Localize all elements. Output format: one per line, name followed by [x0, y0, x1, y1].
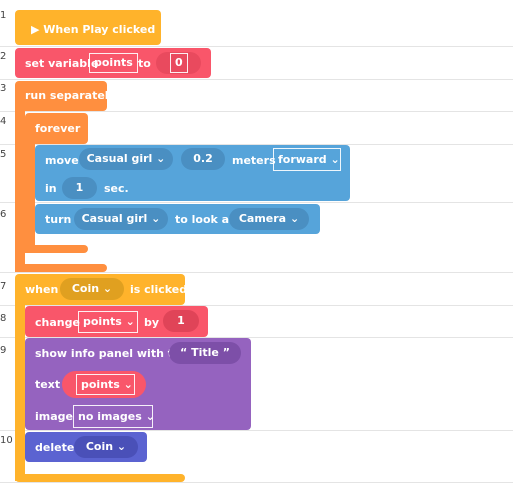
forever-end [25, 245, 88, 253]
image-label: image [35, 410, 73, 423]
delete-target-dropdown[interactable]: Coin ⌄ [74, 436, 138, 458]
line-number: 5 [0, 149, 7, 160]
move-time-field[interactable]: 1 [62, 177, 97, 199]
in-label: in [45, 182, 57, 195]
line-number: 6 [0, 209, 7, 220]
line-number: 7 [0, 281, 7, 292]
line-number: 10 [0, 435, 13, 446]
direction-dropdown[interactable]: forward ⌄ [273, 148, 341, 171]
set-variable-label: set variable [25, 57, 99, 70]
text-label: text [35, 378, 61, 391]
variable-field[interactable]: points [89, 53, 138, 73]
look-at-dropdown[interactable]: Camera ⌄ [229, 208, 309, 230]
run-separately-arm [15, 100, 25, 272]
look-at-label: to look at [175, 213, 235, 226]
when-clicked-arm [15, 295, 25, 481]
meters-label: meters [232, 154, 276, 167]
turn-target-dropdown[interactable]: Casual girl ⌄ [74, 208, 168, 230]
forever-arm [25, 135, 35, 253]
when-clicked-end [15, 474, 185, 482]
when-play-label: ▶ When Play clicked [31, 23, 156, 36]
run-separately-end [15, 264, 107, 272]
change-label: change [35, 316, 80, 329]
text-variable-dropdown[interactable]: points ⌄ [76, 374, 135, 395]
clicked-object-dropdown[interactable]: Coin ⌄ [60, 278, 124, 300]
by-label: by [144, 316, 160, 329]
move-target-dropdown[interactable]: Casual girl ⌄ [79, 148, 173, 170]
image-dropdown[interactable]: no images ⌄ [73, 405, 155, 428]
info-title-field[interactable]: “ Title ” [169, 342, 241, 364]
value-field[interactable]: 0 [170, 53, 188, 73]
sec-label: sec. [104, 182, 129, 195]
turn-label: turn [45, 213, 72, 226]
move-amount-field[interactable]: 0.2 [181, 148, 225, 170]
when-label: when [25, 283, 59, 296]
change-variable-dropdown[interactable]: points ⌄ [78, 311, 138, 333]
line-number: 2 [0, 51, 7, 62]
line-number: 8 [0, 313, 7, 324]
to-label: to [138, 57, 151, 70]
delete-label: delete [35, 441, 75, 454]
line-number: 4 [0, 116, 7, 127]
line-number: 1 [0, 10, 7, 21]
is-clicked-label: is clicked [130, 283, 188, 296]
line-number: 9 [0, 345, 7, 356]
move-label: move [45, 154, 79, 167]
forever-label: forever [35, 122, 81, 135]
run-separately-label: run separately [25, 89, 116, 102]
change-amount-field[interactable]: 1 [163, 310, 199, 332]
line-number: 3 [0, 83, 7, 94]
